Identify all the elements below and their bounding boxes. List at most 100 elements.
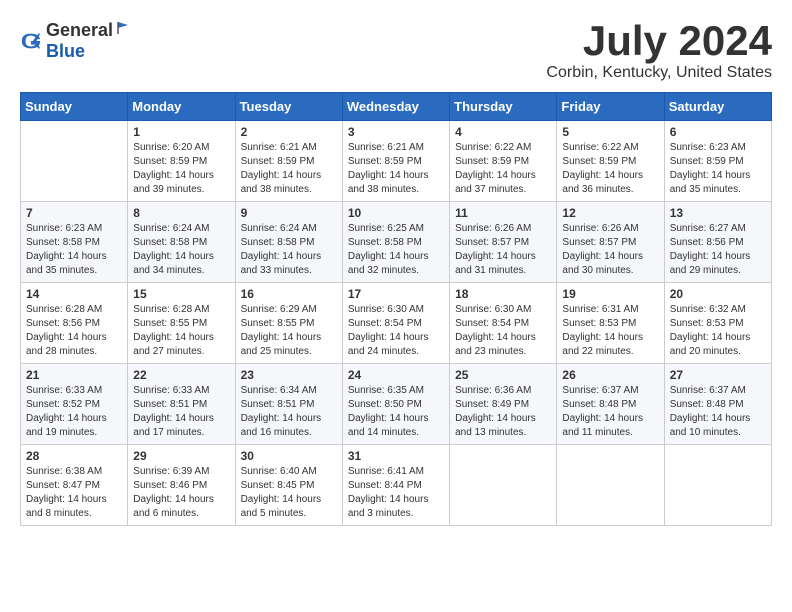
day-number: 15 (133, 287, 229, 301)
calendar-day-cell (21, 121, 128, 202)
day-info: Sunrise: 6:34 AMSunset: 8:51 PMDaylight:… (241, 384, 337, 440)
calendar-day-cell: 28 Sunrise: 6:38 AMSunset: 8:47 PMDayligh… (21, 445, 128, 526)
day-info: Sunrise: 6:23 AMSunset: 8:59 PMDaylight:… (670, 141, 766, 197)
day-info: Sunrise: 6:37 AMSunset: 8:48 PMDaylight:… (562, 384, 658, 440)
day-number: 28 (26, 449, 122, 463)
calendar-week-row: 21 Sunrise: 6:33 AMSunset: 8:52 PMDayligh… (21, 364, 772, 445)
day-info: Sunrise: 6:28 AMSunset: 8:55 PMDaylight:… (133, 303, 229, 359)
day-info: Sunrise: 6:30 AMSunset: 8:54 PMDaylight:… (348, 303, 444, 359)
calendar-day-cell: 30 Sunrise: 6:40 AMSunset: 8:45 PMDayligh… (235, 445, 342, 526)
logo: General Blue (20, 20, 131, 62)
day-number: 7 (26, 206, 122, 220)
day-info: Sunrise: 6:40 AMSunset: 8:45 PMDaylight:… (241, 465, 337, 521)
calendar-day-cell: 14 Sunrise: 6:28 AMSunset: 8:56 PMDayligh… (21, 283, 128, 364)
calendar-week-row: 14 Sunrise: 6:28 AMSunset: 8:56 PMDayligh… (21, 283, 772, 364)
calendar-week-row: 7 Sunrise: 6:23 AMSunset: 8:58 PMDaylight… (21, 202, 772, 283)
day-info: Sunrise: 6:38 AMSunset: 8:47 PMDaylight:… (26, 465, 122, 521)
calendar-day-cell: 22 Sunrise: 6:33 AMSunset: 8:51 PMDayligh… (128, 364, 235, 445)
calendar-day-cell: 18 Sunrise: 6:30 AMSunset: 8:54 PMDayligh… (450, 283, 557, 364)
day-info: Sunrise: 6:33 AMSunset: 8:52 PMDaylight:… (26, 384, 122, 440)
day-number: 9 (241, 206, 337, 220)
calendar-day-cell: 24 Sunrise: 6:35 AMSunset: 8:50 PMDayligh… (342, 364, 449, 445)
day-info: Sunrise: 6:31 AMSunset: 8:53 PMDaylight:… (562, 303, 658, 359)
logo-icon (20, 30, 42, 52)
day-info: Sunrise: 6:24 AMSunset: 8:58 PMDaylight:… (133, 222, 229, 278)
calendar-day-cell: 8 Sunrise: 6:24 AMSunset: 8:58 PMDaylight… (128, 202, 235, 283)
day-number: 14 (26, 287, 122, 301)
calendar-day-cell: 12Sunrise: 6:26 AMSunset: 8:57 PMDayligh… (557, 202, 664, 283)
day-number: 30 (241, 449, 337, 463)
day-number: 19 (562, 287, 658, 301)
day-info: Sunrise: 6:33 AMSunset: 8:51 PMDaylight:… (133, 384, 229, 440)
calendar-day-cell: 20Sunrise: 6:32 AMSunset: 8:53 PMDayligh… (664, 283, 771, 364)
day-number: 11 (455, 206, 551, 220)
page-header: General Blue July 2024 Corbin, Kentucky,… (20, 20, 772, 82)
calendar-day-cell: 25 Sunrise: 6:36 AMSunset: 8:49 PMDayligh… (450, 364, 557, 445)
day-info: Sunrise: 6:36 AMSunset: 8:49 PMDaylight:… (455, 384, 551, 440)
calendar-week-row: 1 Sunrise: 6:20 AMSunset: 8:59 PMDaylight… (21, 121, 772, 202)
calendar-day-cell: 23Sunrise: 6:34 AMSunset: 8:51 PMDayligh… (235, 364, 342, 445)
day-info: Sunrise: 6:29 AMSunset: 8:55 PMDaylight:… (241, 303, 337, 359)
calendar-day-cell: 3 Sunrise: 6:21 AMSunset: 8:59 PMDaylight… (342, 121, 449, 202)
calendar-day-header: Monday (128, 93, 235, 121)
logo-flag-icon (114, 20, 130, 36)
calendar-day-header: Thursday (450, 93, 557, 121)
day-info: Sunrise: 6:24 AMSunset: 8:58 PMDaylight:… (241, 222, 337, 278)
calendar-day-cell: 1 Sunrise: 6:20 AMSunset: 8:59 PMDaylight… (128, 121, 235, 202)
day-number: 16 (241, 287, 337, 301)
day-info: Sunrise: 6:32 AMSunset: 8:53 PMDaylight:… (670, 303, 766, 359)
calendar-week-row: 28 Sunrise: 6:38 AMSunset: 8:47 PMDayligh… (21, 445, 772, 526)
day-info: Sunrise: 6:27 AMSunset: 8:56 PMDaylight:… (670, 222, 766, 278)
calendar-day-cell (664, 445, 771, 526)
day-info: Sunrise: 6:30 AMSunset: 8:54 PMDaylight:… (455, 303, 551, 359)
day-info: Sunrise: 6:21 AMSunset: 8:59 PMDaylight:… (348, 141, 444, 197)
calendar-day-header: Saturday (664, 93, 771, 121)
calendar-day-cell: 6 Sunrise: 6:23 AMSunset: 8:59 PMDaylight… (664, 121, 771, 202)
day-number: 13 (670, 206, 766, 220)
day-number: 8 (133, 206, 229, 220)
calendar-day-cell: 31Sunrise: 6:41 AMSunset: 8:44 PMDayligh… (342, 445, 449, 526)
day-number: 26 (562, 368, 658, 382)
day-number: 21 (26, 368, 122, 382)
day-info: Sunrise: 6:41 AMSunset: 8:44 PMDaylight:… (348, 465, 444, 521)
day-number: 25 (455, 368, 551, 382)
calendar-day-cell: 26 Sunrise: 6:37 AMSunset: 8:48 PMDayligh… (557, 364, 664, 445)
calendar-day-cell: 27Sunrise: 6:37 AMSunset: 8:48 PMDayligh… (664, 364, 771, 445)
calendar-day-cell: 2Sunrise: 6:21 AMSunset: 8:59 PMDaylight… (235, 121, 342, 202)
main-title: July 2024 (546, 20, 772, 62)
day-number: 29 (133, 449, 229, 463)
day-number: 24 (348, 368, 444, 382)
day-info: Sunrise: 6:39 AMSunset: 8:46 PMDaylight:… (133, 465, 229, 521)
calendar-table: SundayMondayTuesdayWednesdayThursdayFrid… (20, 92, 772, 526)
day-info: Sunrise: 6:37 AMSunset: 8:48 PMDaylight:… (670, 384, 766, 440)
calendar-day-cell: 11Sunrise: 6:26 AMSunset: 8:57 PMDayligh… (450, 202, 557, 283)
calendar-day-header: Tuesday (235, 93, 342, 121)
calendar-day-cell: 5Sunrise: 6:22 AMSunset: 8:59 PMDaylight… (557, 121, 664, 202)
day-info: Sunrise: 6:35 AMSunset: 8:50 PMDaylight:… (348, 384, 444, 440)
calendar-day-cell: 19 Sunrise: 6:31 AMSunset: 8:53 PMDayligh… (557, 283, 664, 364)
calendar-day-cell (450, 445, 557, 526)
day-number: 12 (562, 206, 658, 220)
day-number: 10 (348, 206, 444, 220)
calendar-day-cell: 9 Sunrise: 6:24 AMSunset: 8:58 PMDaylight… (235, 202, 342, 283)
calendar-day-cell: 17 Sunrise: 6:30 AMSunset: 8:54 PMDayligh… (342, 283, 449, 364)
calendar-day-cell: 4Sunrise: 6:22 AMSunset: 8:59 PMDaylight… (450, 121, 557, 202)
day-number: 1 (133, 125, 229, 139)
day-info: Sunrise: 6:28 AMSunset: 8:56 PMDaylight:… (26, 303, 122, 359)
day-number: 6 (670, 125, 766, 139)
day-number: 18 (455, 287, 551, 301)
title-area: July 2024 Corbin, Kentucky, United State… (546, 20, 772, 82)
calendar-header-row: SundayMondayTuesdayWednesdayThursdayFrid… (21, 93, 772, 121)
calendar-day-cell: 7 Sunrise: 6:23 AMSunset: 8:58 PMDaylight… (21, 202, 128, 283)
day-info: Sunrise: 6:25 AMSunset: 8:58 PMDaylight:… (348, 222, 444, 278)
day-info: Sunrise: 6:21 AMSunset: 8:59 PMDaylight:… (241, 141, 337, 197)
day-info: Sunrise: 6:22 AMSunset: 8:59 PMDaylight:… (455, 141, 551, 197)
subtitle: Corbin, Kentucky, United States (546, 64, 772, 82)
day-info: Sunrise: 6:23 AMSunset: 8:58 PMDaylight:… (26, 222, 122, 278)
day-number: 17 (348, 287, 444, 301)
day-info: Sunrise: 6:20 AMSunset: 8:59 PMDaylight:… (133, 141, 229, 197)
day-number: 3 (348, 125, 444, 139)
day-number: 5 (562, 125, 658, 139)
day-number: 22 (133, 368, 229, 382)
logo-blue: Blue (46, 41, 85, 61)
